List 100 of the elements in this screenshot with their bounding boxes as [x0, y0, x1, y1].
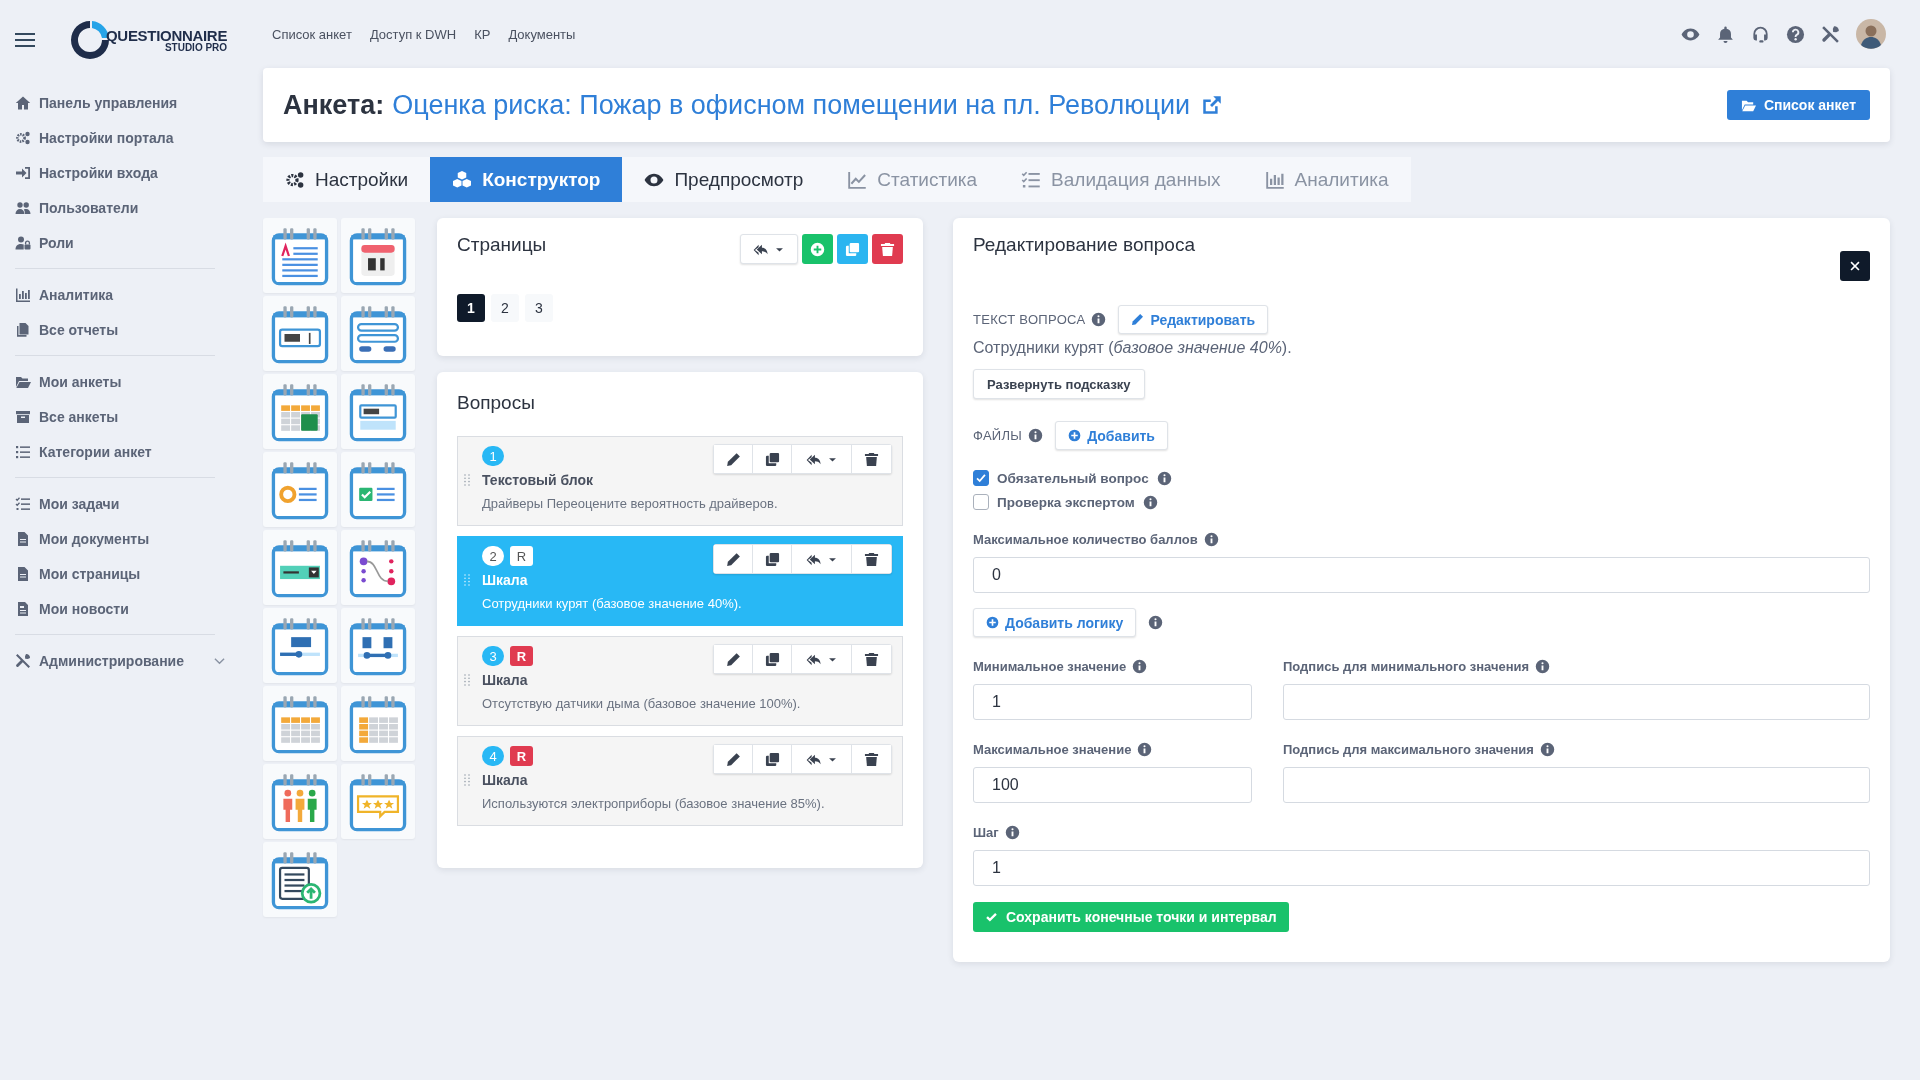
- input-field[interactable]: 1: [973, 850, 1870, 886]
- sidebar-item[interactable]: Пользователи: [0, 190, 240, 225]
- question-type-button[interactable]: [341, 218, 415, 293]
- edit-text-button[interactable]: Редактировать: [1118, 305, 1269, 334]
- move-dropdown-button[interactable]: [792, 645, 852, 673]
- question-type-button[interactable]: [341, 530, 415, 605]
- tools-icon: [15, 652, 31, 669]
- info-icon[interactable]: [1137, 742, 1153, 757]
- sidebar-item[interactable]: Настройки портала: [0, 120, 240, 155]
- move-dropdown-button[interactable]: [792, 545, 852, 573]
- survey-list-button[interactable]: Список анкет: [1726, 90, 1870, 120]
- checkbox[interactable]: [973, 494, 989, 510]
- close-button[interactable]: [1840, 251, 1870, 281]
- info-icon[interactable]: [1132, 659, 1148, 674]
- sidebar-item[interactable]: Аналитика: [0, 277, 240, 312]
- sidebar-item[interactable]: Мои анкеты: [0, 364, 240, 399]
- checkbox-label[interactable]: Обязательный вопрос: [997, 470, 1149, 486]
- page-button[interactable]: 2: [491, 294, 519, 322]
- avatar[interactable]: [1856, 19, 1886, 49]
- drag-handle-icon[interactable]: [464, 674, 470, 686]
- question-item[interactable]: 2 R Шкала Сотрудники курят (базовое значение 40%).: [457, 536, 903, 626]
- delete-button[interactable]: [852, 545, 891, 573]
- survey-title-link[interactable]: Оценка риска: Пожар в офисном помещении на пл. Революции: [392, 89, 1191, 121]
- add-file-button[interactable]: Добавить: [1055, 421, 1168, 450]
- delete-page-button[interactable]: [872, 234, 903, 264]
- input-field[interactable]: 1: [973, 684, 1252, 720]
- sidebar-item[interactable]: Мои документы: [0, 521, 240, 556]
- question-type-button[interactable]: [341, 608, 415, 683]
- edit-button[interactable]: [714, 745, 753, 773]
- info-icon[interactable]: [1539, 742, 1555, 757]
- question-text: Сотрудники курят (базовое значение 40%).: [482, 596, 743, 611]
- input-field[interactable]: [1283, 684, 1870, 720]
- drag-handle-icon[interactable]: [464, 474, 470, 486]
- sidebar-item[interactable]: Категории анкет: [0, 434, 240, 469]
- input-field[interactable]: 100: [973, 767, 1252, 803]
- panel-title: Страницы: [457, 234, 547, 256]
- info-icon[interactable]: [1091, 312, 1107, 327]
- headset-icon[interactable]: [1751, 24, 1770, 44]
- input-field[interactable]: [1283, 767, 1870, 803]
- sidebar-item[interactable]: Роли: [0, 225, 240, 260]
- question-type-button[interactable]: [263, 374, 337, 449]
- copy-button[interactable]: [753, 545, 792, 573]
- tab[interactable]: Настройки: [263, 157, 431, 202]
- add-logic-button[interactable]: Добавить логику: [973, 608, 1137, 637]
- bell-icon[interactable]: [1716, 24, 1735, 44]
- edit-button[interactable]: [714, 445, 753, 473]
- info-icon[interactable]: [1203, 532, 1219, 547]
- info-icon[interactable]: [1535, 659, 1551, 674]
- drag-handle-icon[interactable]: [464, 574, 470, 586]
- drag-handle-icon[interactable]: [464, 774, 470, 786]
- input-field[interactable]: 0: [973, 557, 1870, 593]
- question-type-button[interactable]: [263, 530, 337, 605]
- required-badge: R: [510, 546, 533, 566]
- delete-button[interactable]: [852, 445, 891, 473]
- question-item[interactable]: 1 Текстовый блок Драйверы Переоцените вероятность драйверов.: [457, 436, 903, 526]
- panel-title: Вопросы: [457, 392, 536, 414]
- sidebar-item[interactable]: Настройки входа: [0, 155, 240, 190]
- top-nav-link[interactable]: Документы: [508, 26, 576, 42]
- help-icon[interactable]: [1786, 24, 1805, 44]
- top-nav-link[interactable]: Список анкет: [272, 26, 352, 42]
- sidebar-item[interactable]: Все анкеты: [0, 399, 240, 434]
- sidebar-item[interactable]: Администрирование: [0, 643, 240, 678]
- top-nav-link[interactable]: Доступ к DWH: [369, 26, 457, 42]
- info-icon[interactable]: [1142, 494, 1158, 510]
- sidebar-item[interactable]: Мои задачи: [0, 486, 240, 521]
- expand-hint-button[interactable]: Развернуть подсказку: [973, 369, 1145, 399]
- question-type-button[interactable]: [263, 842, 337, 917]
- sidebar-item[interactable]: Мои страницы: [0, 556, 240, 591]
- sidebar-item[interactable]: Все отчеты: [0, 312, 240, 347]
- question-item[interactable]: 3 R Шкала Отсутствую датчики дыма (базовое значение 100%).: [457, 636, 903, 726]
- question-item[interactable]: 4 R Шкала Используются электроприборы (базовое значение 85%).: [457, 736, 903, 826]
- logo-text: QUESTIONNAIRE: [106, 27, 228, 43]
- info-icon[interactable]: [1028, 428, 1044, 443]
- sidebar-item[interactable]: Мои новости: [0, 591, 240, 626]
- sidebar-item[interactable]: Панель управления: [0, 85, 240, 120]
- copy-button[interactable]: [753, 745, 792, 773]
- tools-icon[interactable]: [1821, 24, 1840, 44]
- page-button[interactable]: 1: [457, 294, 485, 322]
- info-icon[interactable]: [1156, 470, 1172, 486]
- page-button[interactable]: 3: [525, 294, 553, 322]
- menu-icon[interactable]: [15, 33, 35, 47]
- info-icon[interactable]: [1004, 825, 1020, 840]
- tab[interactable]: Предпросмотр: [622, 157, 826, 202]
- checkbox[interactable]: [973, 470, 989, 486]
- move-dropdown-button[interactable]: [740, 234, 798, 264]
- copy-button[interactable]: [753, 645, 792, 673]
- tab[interactable]: Конструктор: [430, 157, 623, 202]
- top-nav-link[interactable]: КР: [474, 26, 491, 42]
- checkbox-label[interactable]: Проверка экспертом: [997, 494, 1135, 510]
- edit-button[interactable]: [714, 545, 753, 573]
- question-type-button[interactable]: [263, 296, 337, 371]
- question-type-button[interactable]: [263, 608, 337, 683]
- edit-button[interactable]: [714, 645, 753, 673]
- copy-button[interactable]: [753, 445, 792, 473]
- external-link-icon[interactable]: [1202, 95, 1223, 115]
- move-dropdown-button[interactable]: [792, 745, 852, 773]
- move-dropdown-button[interactable]: [792, 445, 852, 473]
- delete-button[interactable]: [852, 745, 891, 773]
- info-icon[interactable]: [1148, 615, 1164, 630]
- delete-button[interactable]: [852, 645, 891, 673]
